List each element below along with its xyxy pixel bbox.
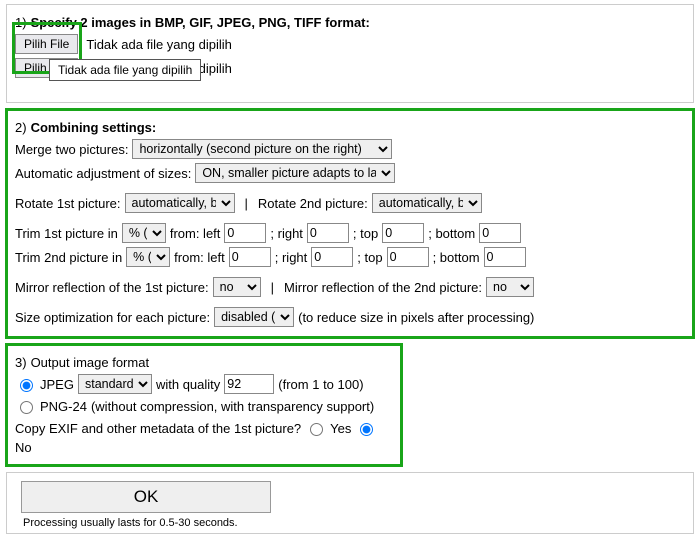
trim1-bottom-label: ; bottom: [428, 226, 475, 241]
pick-file-1-button[interactable]: Pilih File: [15, 34, 78, 54]
mirror2-select[interactable]: no: [486, 277, 534, 297]
merge-label: Merge two pictures:: [15, 142, 128, 157]
processing-footer: Processing usually lasts for 0.5-30 seco…: [15, 515, 685, 531]
trim1-right-input[interactable]: [307, 223, 349, 243]
section1-number: 1): [15, 15, 27, 30]
section2-number: 2): [15, 120, 27, 135]
trim2-top-label: ; top: [357, 250, 382, 265]
merge-select[interactable]: horizontally (second picture on the righ…: [132, 139, 392, 159]
exif-no-label: No: [15, 440, 32, 455]
section3-output: 3) Output image format JPEG standard wit…: [6, 344, 402, 466]
separator: |: [245, 196, 248, 211]
mirror1-select[interactable]: no: [213, 277, 261, 297]
png-label: PNG-24: [40, 399, 87, 414]
exif-yes-label: Yes: [330, 421, 351, 436]
trim1-left-label: from: left: [170, 226, 221, 241]
autosize-select[interactable]: ON, smaller picture adapts to la: [195, 163, 395, 183]
trim2-right-input[interactable]: [311, 247, 353, 267]
trim2-left-label: from: left: [174, 250, 225, 265]
trim1-bottom-input[interactable]: [479, 223, 521, 243]
trim1-top-label: ; top: [353, 226, 378, 241]
trim2-bottom-input[interactable]: [484, 247, 526, 267]
section3-number: 3): [15, 355, 27, 370]
section2-combining: 2) Combining settings: Merge two picture…: [6, 109, 694, 338]
file-tooltip: Tidak ada file yang dipilih: [49, 59, 201, 81]
sizeopt-hint: (to reduce size in pixels after processi…: [298, 310, 534, 325]
trim2-bottom-label: ; bottom: [433, 250, 480, 265]
section1-files: 1) Specify 2 images in BMP, GIF, JPEG, P…: [6, 4, 694, 103]
trim2-label: Trim 2nd picture in: [15, 250, 122, 265]
jpeg-quality-select[interactable]: standard: [78, 374, 152, 394]
rotate2-select[interactable]: automatically, b: [372, 193, 482, 213]
rotate1-select[interactable]: automatically, b: [125, 193, 235, 213]
jpeg-quality-hint: (from 1 to 100): [278, 377, 363, 392]
section2-title: Combining settings:: [31, 120, 157, 135]
separator: |: [271, 280, 274, 295]
exif-label: Copy EXIF and other metadata of the 1st …: [15, 421, 301, 436]
png-radio[interactable]: [20, 401, 33, 414]
png-hint: (without compression, with transparency …: [91, 399, 374, 414]
trim1-right-label: ; right: [270, 226, 303, 241]
section1-title: Specify 2 images in BMP, GIF, JPEG, PNG,…: [31, 15, 370, 30]
rotate1-label: Rotate 1st picture:: [15, 196, 121, 211]
autosize-label: Automatic adjustment of sizes:: [15, 166, 191, 181]
mirror2-label: Mirror reflection of the 2nd picture:: [284, 280, 482, 295]
jpeg-with-quality: with quality: [156, 377, 220, 392]
sizeopt-label: Size optimization for each picture:: [15, 310, 210, 325]
ok-button[interactable]: OK: [21, 481, 271, 513]
mirror1-label: Mirror reflection of the 1st picture:: [15, 280, 209, 295]
jpeg-quality-input[interactable]: [224, 374, 274, 394]
trim2-top-input[interactable]: [387, 247, 429, 267]
trim2-left-input[interactable]: [229, 247, 271, 267]
jpeg-label: JPEG: [40, 377, 74, 392]
trim1-unit-select[interactable]: % (: [122, 223, 166, 243]
trim1-left-input[interactable]: [224, 223, 266, 243]
trim2-unit-select[interactable]: % (: [126, 247, 170, 267]
jpeg-radio[interactable]: [20, 379, 33, 392]
rotate2-label: Rotate 2nd picture:: [258, 196, 368, 211]
file1-status: Tidak ada file yang dipilih: [86, 37, 232, 52]
section3-title: Output image format: [31, 355, 150, 370]
exif-yes-radio[interactable]: [310, 423, 323, 436]
submit-group: OK Processing usually lasts for 0.5-30 s…: [6, 472, 694, 534]
sizeopt-select[interactable]: disabled (: [214, 307, 294, 327]
exif-no-radio[interactable]: [360, 423, 373, 436]
trim1-label: Trim 1st picture in: [15, 226, 118, 241]
trim2-right-label: ; right: [275, 250, 308, 265]
trim1-top-input[interactable]: [382, 223, 424, 243]
